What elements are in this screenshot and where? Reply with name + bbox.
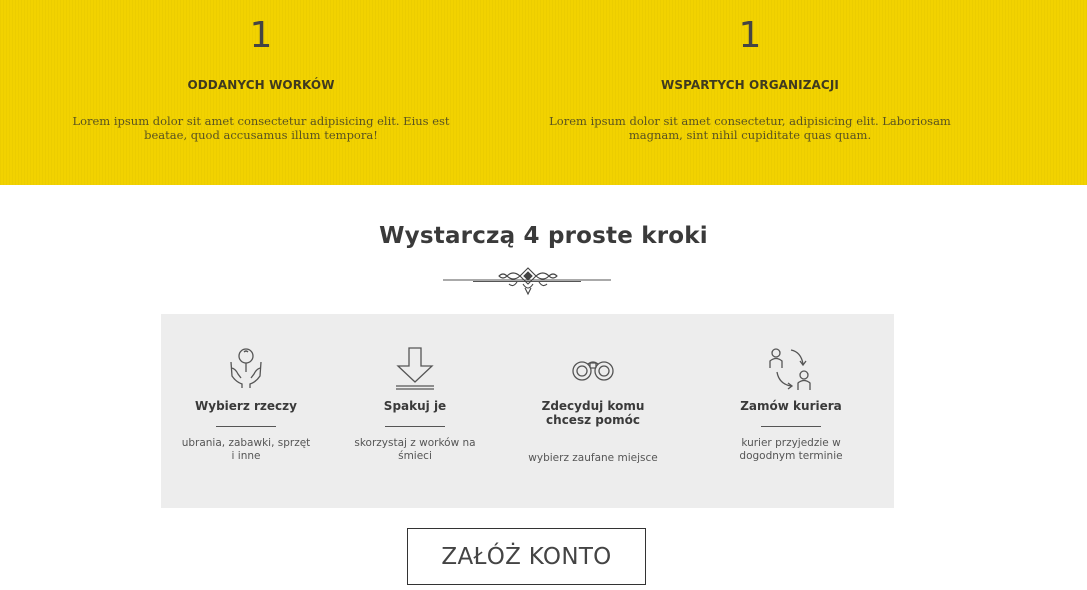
step-divider: [385, 426, 445, 427]
download-arrow-icon: [396, 347, 434, 390]
step-description: wybierz zaufane miejsce: [528, 452, 658, 464]
stat-number: 1: [249, 15, 273, 56]
stat-label: ODDANYCH WORKÓW: [187, 78, 335, 92]
steps-heading: Wystarczą 4 proste kroki: [379, 223, 708, 249]
stat-description: Lorem ipsum dolor sit amet consectetur a…: [72, 114, 450, 142]
stat-number: 1: [738, 15, 762, 56]
step-title: Zamów kuriera: [740, 399, 842, 413]
step-divider: [216, 426, 276, 427]
step-divider: [761, 426, 821, 427]
step-title: Zdecyduj komu chcesz pomóc: [541, 399, 645, 427]
stat-label: WSPARTYCH ORGANIZACJI: [661, 78, 839, 92]
step-description: ubrania, zabawki, sprzęt i inne: [181, 437, 311, 462]
step-title: Spakuj je: [383, 399, 447, 413]
steps-panel: Wybierz rzeczy ubrania, zabawki, sprzęt …: [161, 314, 894, 508]
step-description: kurier przyjedzie w dogodnym terminie: [739, 437, 843, 462]
hands-balloon-icon: [230, 348, 262, 388]
step-title: Wybierz rzeczy: [195, 399, 297, 413]
ornament-divider-icon: [443, 267, 611, 296]
binoculars-icon: [572, 361, 614, 381]
courier-exchange-icon: [769, 348, 811, 390]
create-account-button[interactable]: ZAŁÓŻ KONTO: [407, 528, 646, 585]
stats-section: 1 ODDANYCH WORKÓW Lorem ipsum dolor sit …: [0, 0, 1087, 185]
step-description: skorzystaj z worków na śmieci: [354, 437, 476, 462]
stat-description: Lorem ipsum dolor sit amet consectetur, …: [549, 114, 951, 142]
